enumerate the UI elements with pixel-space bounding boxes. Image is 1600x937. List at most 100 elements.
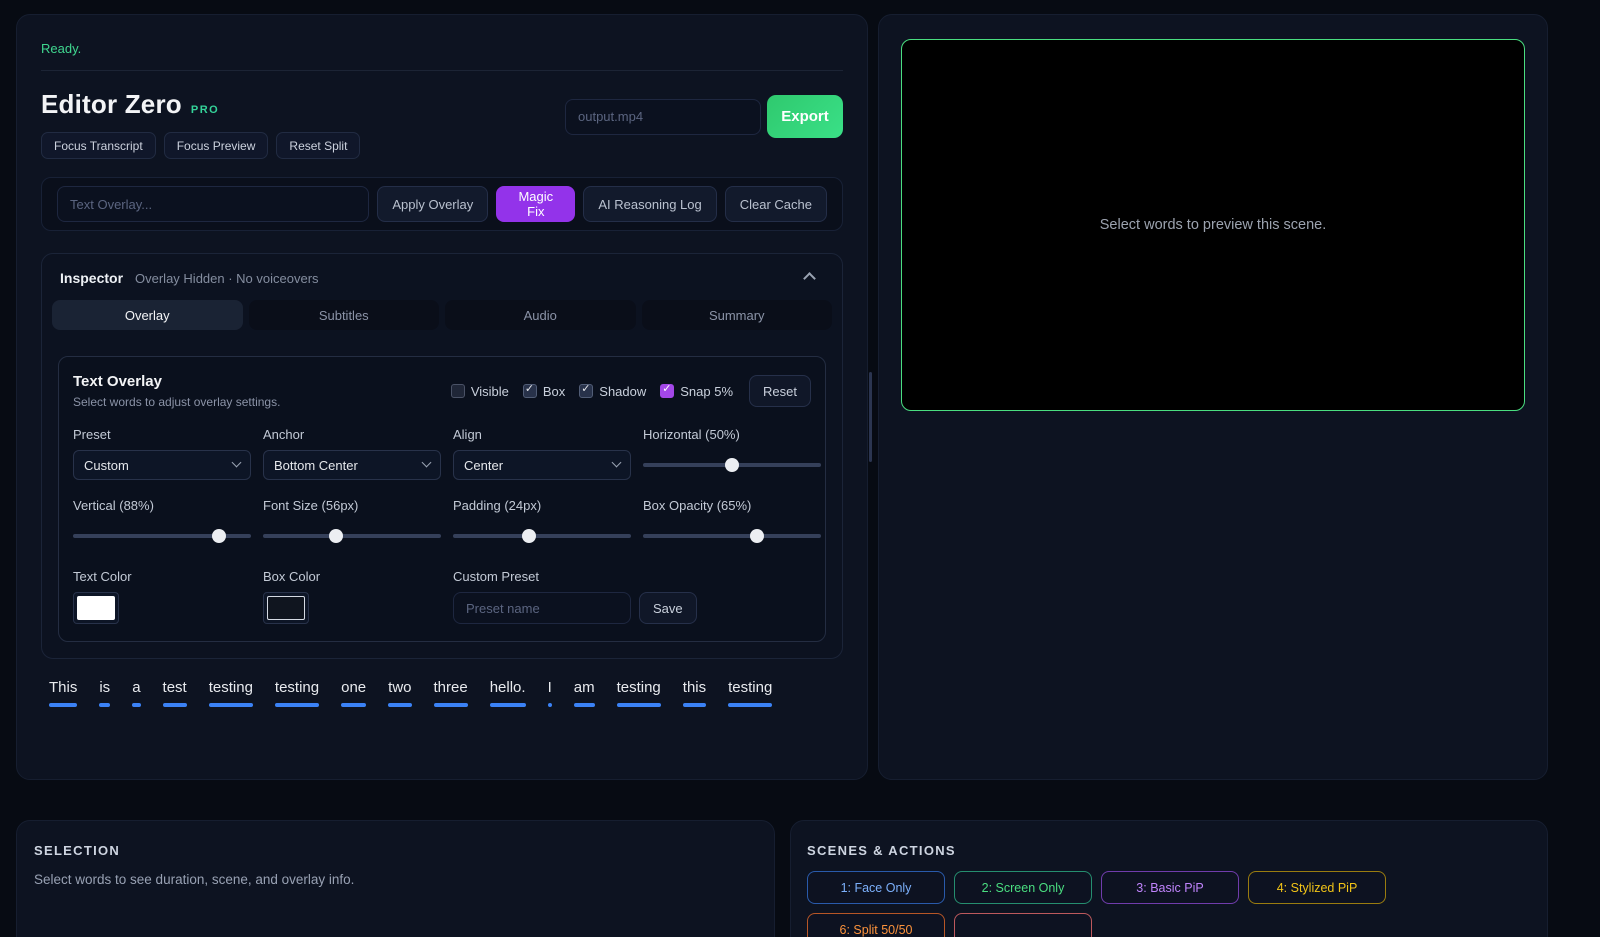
- selection-panel: SELECTION Select words to see duration, …: [16, 820, 775, 937]
- word-underline: [341, 703, 366, 707]
- word-token[interactable]: two: [380, 679, 419, 707]
- header-right: Export: [565, 95, 843, 138]
- focus-preview-button[interactable]: Focus Preview: [164, 132, 269, 159]
- word-underline: [163, 703, 187, 707]
- text-overlay-header: Text Overlay Select words to adjust over…: [73, 373, 811, 409]
- preset-label: Preset: [73, 427, 251, 442]
- tab-overlay[interactable]: Overlay: [52, 300, 243, 330]
- output-filename-input[interactable]: [565, 99, 761, 135]
- visible-checkbox-box[interactable]: [451, 384, 465, 398]
- preset-select: Custom: [73, 450, 251, 480]
- snap-checkbox-label: Snap 5%: [680, 384, 733, 399]
- word-token[interactable]: three: [426, 679, 476, 707]
- box-color-field: Box Color: [263, 569, 441, 625]
- vertical-label: Vertical (88%): [73, 498, 251, 513]
- word-token[interactable]: This: [41, 679, 85, 707]
- custom-preset-field: Custom Preset Save: [453, 569, 821, 625]
- export-button[interactable]: Export: [767, 95, 843, 138]
- word-token[interactable]: testing: [267, 679, 327, 707]
- inspector-panel: Inspector Overlay Hidden · No voiceovers…: [41, 253, 843, 659]
- scene-stylized-pip-button[interactable]: 4: Stylized PiP: [1248, 871, 1386, 904]
- scenes-title: SCENES & ACTIONS: [807, 843, 1531, 858]
- ai-reasoning-log-button[interactable]: AI Reasoning Log: [583, 186, 716, 222]
- tab-summary[interactable]: Summary: [642, 300, 833, 330]
- anchor-select-input[interactable]: Bottom Center: [263, 450, 441, 480]
- box-checkbox-label: Box: [543, 384, 565, 399]
- magic-fix-button[interactable]: Magic Fix: [496, 186, 575, 222]
- preset-select-input[interactable]: Custom: [73, 450, 251, 480]
- video-preview[interactable]: Select words to preview this scene.: [901, 39, 1525, 411]
- box-opacity-slider[interactable]: [643, 522, 821, 550]
- focus-transcript-button[interactable]: Focus Transcript: [41, 132, 156, 159]
- box-color-label: Box Color: [263, 569, 441, 584]
- word-token[interactable]: this: [675, 679, 714, 707]
- save-preset-button[interactable]: Save: [639, 592, 697, 624]
- word-underline: [490, 703, 526, 707]
- transcript-words: This is a test testing testing one two t…: [41, 679, 843, 707]
- inspector-title: Inspector: [60, 270, 123, 286]
- vertical-field: Vertical (88%): [73, 498, 251, 551]
- scene-screen-only-button[interactable]: 2: Screen Only: [954, 871, 1092, 904]
- text-overlay-section: Text Overlay Select words to adjust over…: [58, 356, 826, 642]
- text-overlay-subtitle: Select words to adjust overlay settings.: [73, 395, 280, 409]
- inspector-subtitle: Overlay Hidden · No voiceovers: [135, 271, 319, 286]
- preset-name-input[interactable]: [453, 592, 631, 624]
- vertical-slider[interactable]: [73, 522, 251, 550]
- word-token[interactable]: test: [155, 679, 195, 707]
- tab-audio[interactable]: Audio: [445, 300, 636, 330]
- word-underline: [209, 703, 253, 707]
- box-checkbox[interactable]: Box: [523, 384, 565, 399]
- text-color-picker[interactable]: [73, 592, 119, 624]
- text-color-label: Text Color: [73, 569, 251, 584]
- scene-buttons: 1: Face Only 2: Screen Only 3: Basic PiP…: [807, 871, 1531, 937]
- text-overlay-input[interactable]: [57, 186, 369, 222]
- word-underline: [49, 703, 77, 707]
- scene-partial-button[interactable]: [954, 913, 1092, 937]
- reset-button[interactable]: Reset: [749, 375, 811, 407]
- scene-basic-pip-button[interactable]: 3: Basic PiP: [1101, 871, 1239, 904]
- clear-cache-button[interactable]: Clear Cache: [725, 186, 827, 222]
- header-buttons: Focus Transcript Focus Preview Reset Spl…: [41, 132, 360, 159]
- tab-subtitles[interactable]: Subtitles: [249, 300, 440, 330]
- box-checkbox-box[interactable]: [523, 384, 537, 398]
- visible-checkbox[interactable]: Visible: [451, 384, 509, 399]
- word-underline: [388, 703, 411, 707]
- overlay-controls: Preset Custom Anchor Bottom Center: [73, 427, 811, 625]
- align-select-input[interactable]: Center: [453, 450, 631, 480]
- split-resize-handle[interactable]: [869, 372, 872, 462]
- align-label: Align: [453, 427, 631, 442]
- scene-face-only-button[interactable]: 1: Face Only: [807, 871, 945, 904]
- inspector-header: Inspector Overlay Hidden · No voiceovers: [52, 266, 832, 286]
- word-token[interactable]: one: [333, 679, 374, 707]
- box-color-picker[interactable]: [263, 592, 309, 624]
- overlay-toolbar: Apply Overlay Magic Fix AI Reasoning Log…: [41, 177, 843, 231]
- word-token[interactable]: hello.: [482, 679, 534, 707]
- word-token[interactable]: a: [124, 679, 148, 707]
- preset-field: Preset Custom: [73, 427, 251, 480]
- horizontal-slider[interactable]: [643, 451, 821, 479]
- word-token[interactable]: I: [540, 679, 560, 707]
- scenes-panel: SCENES & ACTIONS 1: Face Only 2: Screen …: [790, 820, 1548, 937]
- visible-checkbox-label: Visible: [471, 384, 509, 399]
- preview-panel: Select words to preview this scene.: [878, 14, 1548, 780]
- padding-slider[interactable]: [453, 522, 631, 550]
- shadow-checkbox[interactable]: Shadow: [579, 384, 646, 399]
- shadow-checkbox-box[interactable]: [579, 384, 593, 398]
- word-token[interactable]: is: [91, 679, 118, 707]
- word-token[interactable]: am: [566, 679, 603, 707]
- editor-panel: Ready. Editor Zero PRO Focus Transcript …: [16, 14, 868, 780]
- word-token[interactable]: testing: [720, 679, 780, 707]
- chevron-up-icon[interactable]: [803, 272, 816, 285]
- word-token[interactable]: testing: [609, 679, 669, 707]
- font-size-slider[interactable]: [263, 522, 441, 550]
- word-token[interactable]: testing: [201, 679, 261, 707]
- box-color-swatch: [267, 596, 305, 620]
- reset-split-button[interactable]: Reset Split: [276, 132, 360, 159]
- word-underline: [548, 703, 552, 707]
- snap-checkbox[interactable]: Snap 5%: [660, 384, 733, 399]
- snap-checkbox-box[interactable]: [660, 384, 674, 398]
- apply-overlay-button[interactable]: Apply Overlay: [377, 186, 488, 222]
- anchor-field: Anchor Bottom Center: [263, 427, 441, 480]
- font-size-label: Font Size (56px): [263, 498, 441, 513]
- scene-split-5050-button[interactable]: 6: Split 50/50: [807, 913, 945, 937]
